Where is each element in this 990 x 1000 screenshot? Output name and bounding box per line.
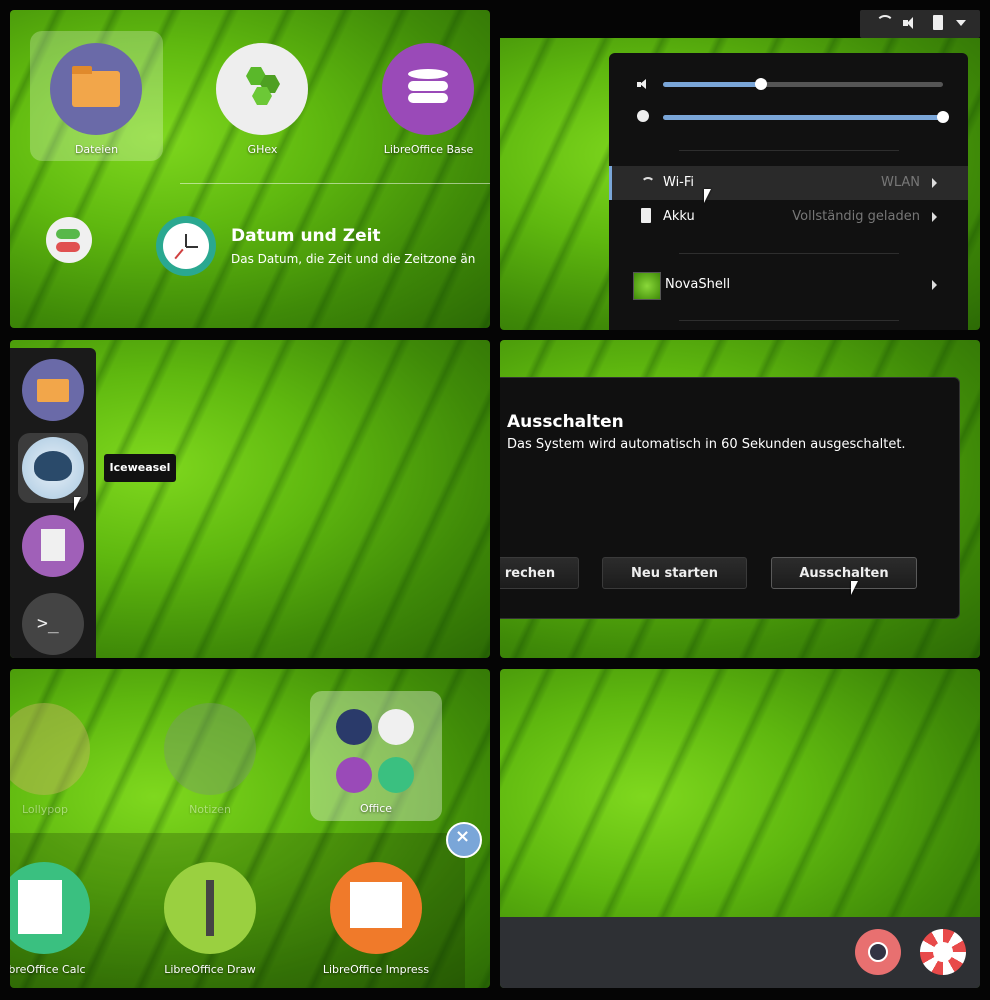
volume-icon[interactable]: [903, 17, 917, 29]
close-icon[interactable]: ×: [446, 822, 482, 858]
menu-item-label: Wi-Fi: [663, 175, 695, 190]
terminal-prompt: >_: [37, 613, 59, 634]
app-label: LibreOffice Draw: [164, 963, 256, 976]
dialog-title: Ausschalten: [507, 412, 624, 432]
mouse-cursor: [851, 581, 858, 595]
menu-item-user[interactable]: NovaShell: [609, 268, 968, 302]
battery-icon: [641, 208, 651, 223]
brightness-slider[interactable]: [663, 111, 949, 123]
dropdown-arrow-icon[interactable]: [956, 20, 966, 26]
app-label: Dateien: [74, 143, 119, 156]
desktop-tray-panel: [500, 669, 980, 988]
avatar: [633, 272, 661, 300]
app-label: breOffice Calc: [10, 963, 86, 976]
separator: [679, 253, 899, 254]
iceweasel-icon[interactable]: [22, 437, 84, 499]
chevron-right-icon: [932, 212, 937, 222]
brightness-slider-handle[interactable]: [937, 111, 949, 123]
clock-app-icon: [378, 709, 414, 745]
app-label: Lollypop: [22, 803, 68, 816]
menu-item-akku[interactable]: Akku Vollständig geladen: [609, 200, 968, 234]
impress-icon[interactable]: [330, 862, 422, 954]
mouse-cursor: [74, 497, 81, 511]
wifi-icon[interactable]: [876, 15, 894, 33]
bottom-tray: [500, 917, 980, 988]
dock-panel: >_ Iceweasel: [10, 340, 490, 658]
menu-item-value: Vollständig geladen: [792, 209, 920, 224]
menu-item-wifi[interactable]: Wi-Fi WLAN: [609, 166, 968, 200]
settings-item-desc: Das Datum, die Zeit und die Zeitzone än: [231, 252, 476, 266]
spreadsheet-icon: [378, 757, 414, 793]
volume-slider-fill: [663, 82, 761, 87]
shutdown-dialog: Ausschalten Das System wird automatisch …: [500, 377, 960, 619]
text-editor-icon[interactable]: [22, 515, 84, 577]
app-label: Notizen: [189, 803, 231, 816]
tooltip: Iceweasel: [104, 454, 176, 482]
hex-icon[interactable]: [216, 43, 308, 135]
chevron-right-icon: [932, 178, 937, 188]
separator: [180, 183, 490, 184]
wifi-icon: [641, 177, 655, 191]
settings-item-title[interactable]: Datum und Zeit: [231, 226, 381, 246]
draw-icon[interactable]: [164, 862, 256, 954]
brightness-icon: [637, 110, 649, 122]
app-label: LibreOffice Impress: [322, 963, 430, 976]
folder-label: Office: [359, 802, 393, 815]
lollypop-icon[interactable]: [10, 703, 90, 795]
settings-toggle-icon[interactable]: [46, 217, 92, 263]
menu-item-label: NovaShell: [665, 277, 731, 292]
app-folder-panel: Lollypop Notizen Office × breOffice Calc…: [10, 669, 490, 988]
shutdown-button[interactable]: Ausschalten: [771, 557, 917, 589]
terminal-icon[interactable]: >_: [22, 593, 84, 655]
volume-slider-handle[interactable]: [755, 78, 767, 90]
system-menu: Wi-Fi WLAN Akku Vollständig geladen Nova…: [609, 53, 968, 330]
separator: [679, 150, 899, 151]
app-label: LibreOffice Base: [383, 143, 474, 156]
database-icon[interactable]: [382, 43, 474, 135]
volume-slider[interactable]: [663, 78, 943, 90]
shutdown-panel: Ausschalten Das System wird automatisch …: [500, 340, 980, 658]
menu-item-label: Akku: [663, 209, 695, 224]
menu-item-value: WLAN: [880, 175, 920, 190]
folder-icon: [50, 43, 142, 135]
separator: [679, 320, 899, 321]
folder-icon[interactable]: [22, 359, 84, 421]
notes-icon[interactable]: [164, 703, 256, 795]
clock-icon[interactable]: [156, 216, 216, 276]
brightness-slider-fill: [663, 115, 943, 120]
camera-icon[interactable]: [855, 929, 901, 975]
app-grid-panel: Dateien GHex LibreOffice Base Datum und …: [10, 10, 490, 328]
mouse-cursor: [704, 189, 711, 203]
app-label: GHex: [247, 143, 278, 156]
chevron-right-icon: [932, 280, 937, 290]
volume-icon: [637, 79, 649, 90]
battery-icon[interactable]: [933, 15, 943, 30]
lollypop-icon[interactable]: [920, 929, 966, 975]
restart-button[interactable]: Neu starten: [602, 557, 747, 589]
dialog-message: Das System wird automatisch in 60 Sekund…: [507, 437, 906, 452]
mail-icon: [336, 709, 372, 745]
cancel-button[interactable]: rechen: [500, 557, 579, 589]
database-icon: [336, 757, 372, 793]
